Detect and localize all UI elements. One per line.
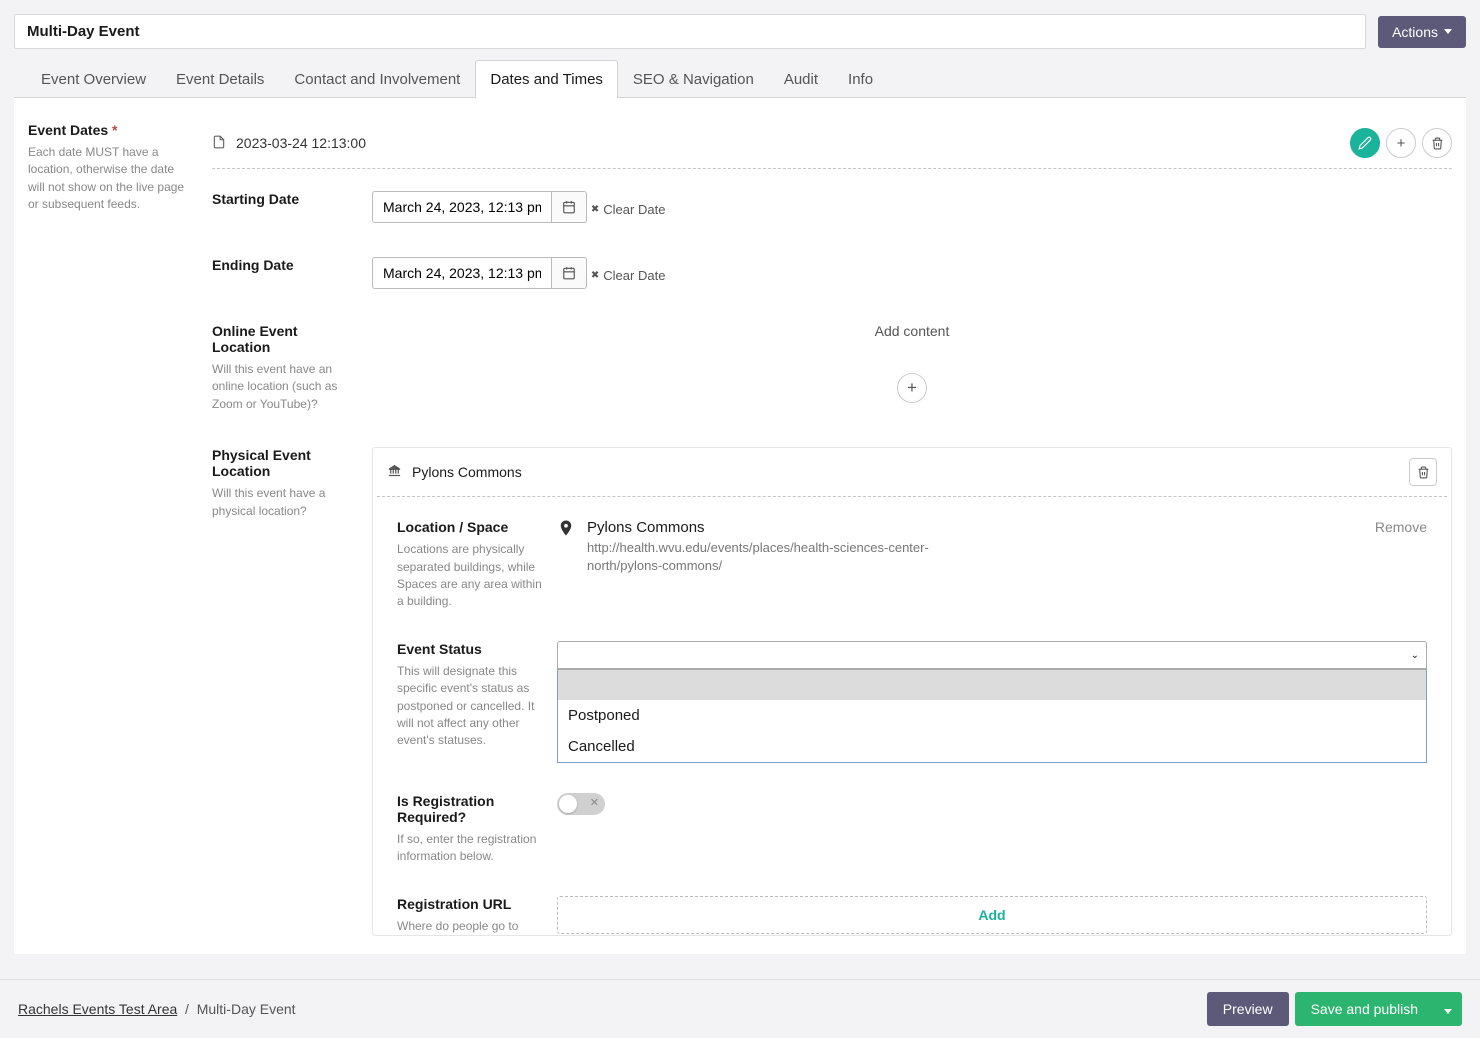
registration-url-add[interactable]: Add (557, 896, 1427, 934)
required-indicator: * (112, 122, 117, 138)
ending-date-label: Ending Date (212, 257, 358, 273)
event-status-label: Event Status (397, 641, 543, 657)
file-icon (212, 135, 226, 152)
tab-seo[interactable]: SEO & Navigation (618, 60, 769, 98)
online-location-label: Online Event Location (212, 323, 358, 355)
location-url: http://health.wvu.edu/events/places/heal… (587, 539, 987, 575)
location-space-help: Locations are physically separated build… (397, 541, 543, 611)
date-card-title: 2023-03-24 12:13:00 (236, 135, 366, 151)
starting-clear-date[interactable]: Clear Date (591, 202, 666, 217)
online-location-help: Will this event have an online location … (212, 361, 358, 413)
actions-label: Actions (1392, 24, 1438, 40)
tab-contact[interactable]: Contact and Involvement (279, 60, 475, 98)
page-title-input[interactable] (14, 14, 1366, 49)
starting-calendar-icon[interactable] (552, 191, 587, 223)
registration-required-label: Is Registration Required? (397, 793, 543, 825)
section-help: Each date MUST have a location, otherwis… (28, 144, 188, 214)
event-status-help: This will designate this specific event'… (397, 663, 543, 750)
tab-event-details[interactable]: Event Details (161, 60, 279, 98)
event-status-dropdown: Postponed Cancelled (557, 669, 1427, 763)
physical-delete-button[interactable] (1409, 458, 1437, 486)
status-option-postponed[interactable]: Postponed (558, 700, 1426, 731)
add-button[interactable]: + (1386, 128, 1416, 158)
preview-button[interactable]: Preview (1207, 992, 1289, 1026)
breadcrumb-sep: / (181, 1001, 197, 1017)
status-option-cancelled[interactable]: Cancelled (558, 731, 1426, 762)
tab-bar: Event Overview Event Details Contact and… (14, 59, 1466, 98)
starting-date-label: Starting Date (212, 191, 358, 207)
event-dates-label: Event Dates (28, 122, 108, 138)
save-publish-caret[interactable] (1434, 992, 1462, 1026)
add-content-label: Add content (372, 323, 1452, 339)
registration-required-help: If so, enter the registration informatio… (397, 831, 543, 866)
registration-toggle[interactable]: ✕ (557, 793, 605, 815)
edit-button[interactable] (1350, 128, 1380, 158)
physical-card-title: Pylons Commons (412, 464, 522, 480)
physical-location-help: Will this event have a physical location… (212, 485, 358, 520)
ending-clear-date[interactable]: Clear Date (591, 268, 666, 283)
save-publish-button[interactable]: Save and publish (1295, 992, 1434, 1026)
registration-url-label: Registration URL (397, 896, 543, 912)
close-icon: ✕ (590, 796, 599, 809)
status-option-blank[interactable] (558, 670, 1426, 700)
ending-date-input[interactable] (372, 257, 552, 289)
physical-location-label: Physical Event Location (212, 447, 358, 479)
map-pin-icon (557, 519, 575, 540)
location-remove[interactable]: Remove (1375, 519, 1427, 535)
tab-event-overview[interactable]: Event Overview (26, 60, 161, 98)
breadcrumb-root[interactable]: Rachels Events Test Area (18, 1001, 177, 1017)
starting-date-input[interactable] (372, 191, 552, 223)
event-status-select[interactable] (557, 641, 1427, 669)
delete-button[interactable] (1422, 128, 1452, 158)
breadcrumb-current: Multi-Day Event (197, 1001, 296, 1017)
ending-calendar-icon[interactable] (552, 257, 587, 289)
tab-dates-times[interactable]: Dates and Times (475, 60, 618, 98)
add-content-button[interactable]: + (897, 373, 927, 403)
breadcrumb: Rachels Events Test Area / Multi-Day Eve… (18, 1001, 296, 1017)
location-name: Pylons Commons (587, 519, 1363, 536)
registration-url-help: Where do people go to (397, 918, 543, 935)
actions-button[interactable]: Actions (1378, 16, 1466, 48)
tab-audit[interactable]: Audit (769, 60, 833, 98)
location-space-label: Location / Space (397, 519, 543, 535)
tab-info[interactable]: Info (833, 60, 888, 98)
building-icon (387, 463, 402, 481)
section-title: Event Dates * (28, 122, 188, 138)
toggle-knob (559, 795, 577, 813)
